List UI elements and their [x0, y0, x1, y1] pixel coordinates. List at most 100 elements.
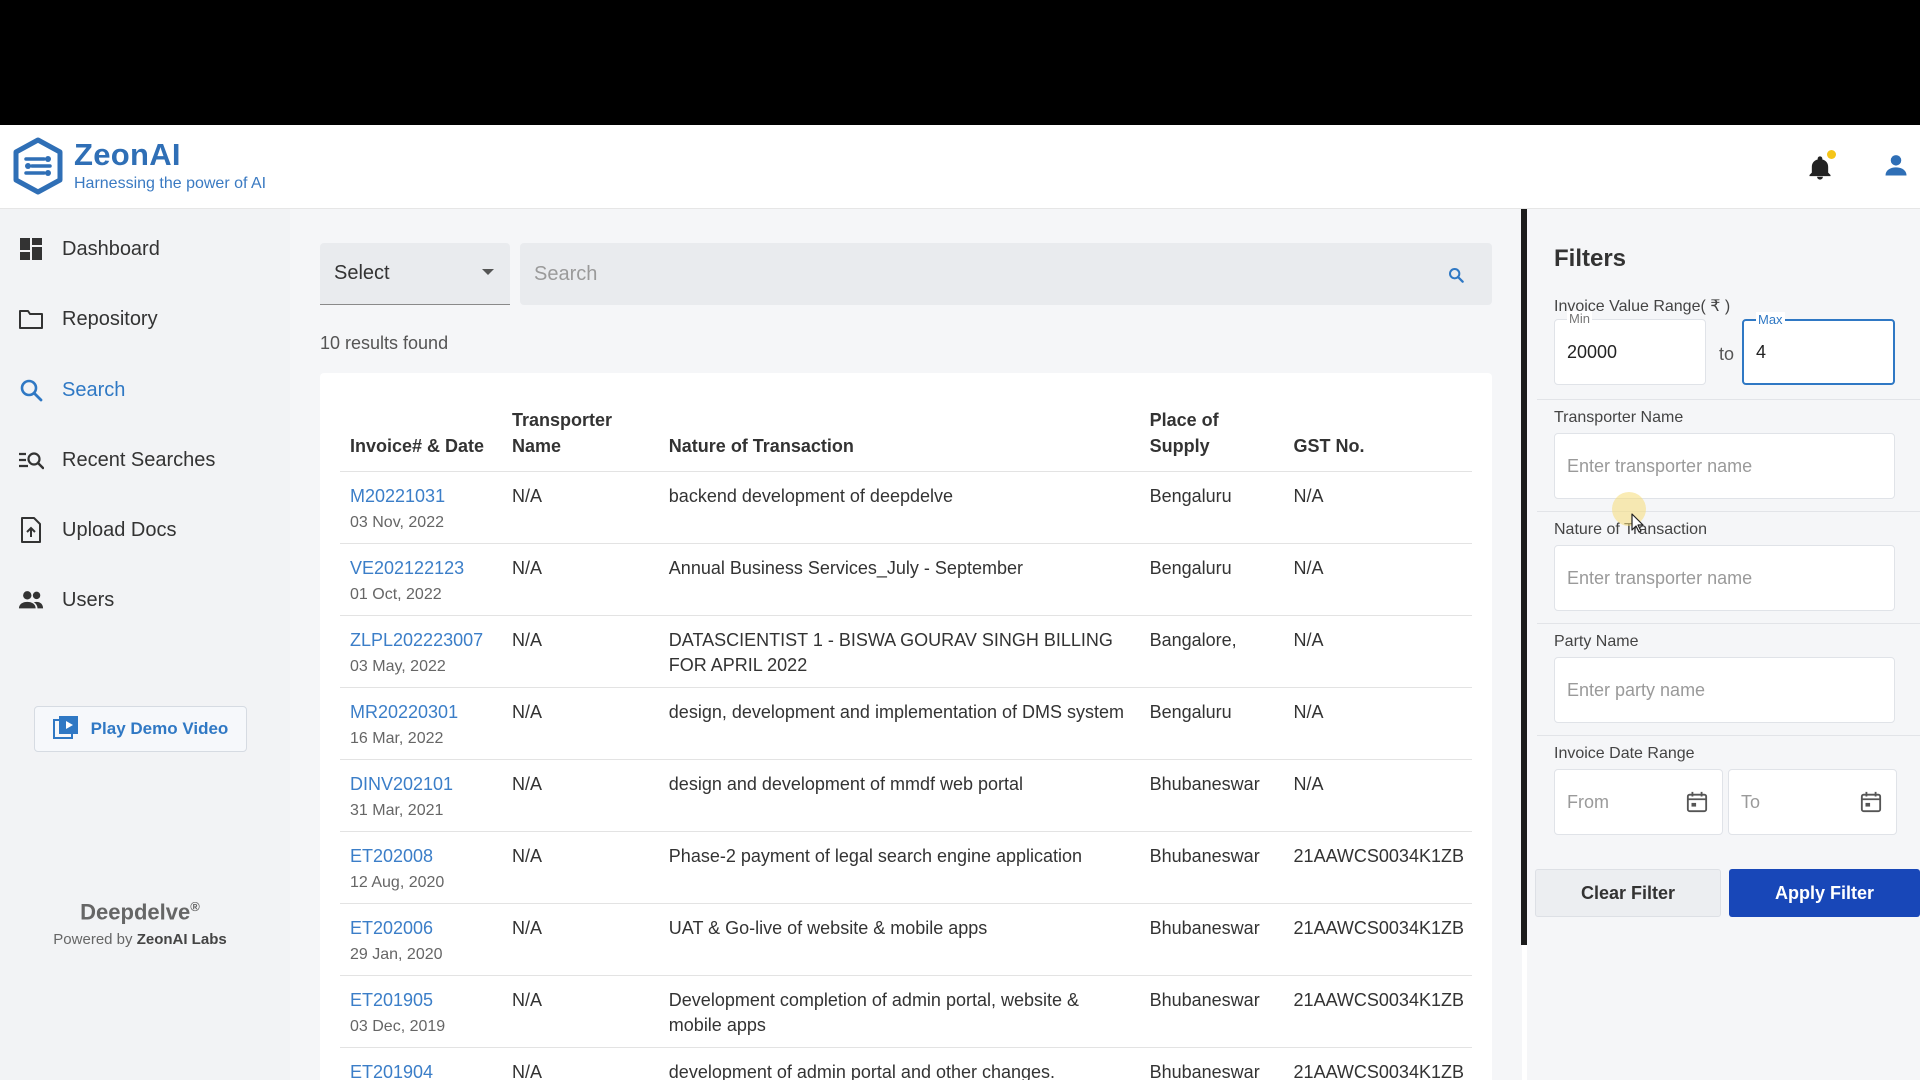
- table-row[interactable]: MR20220301 16 Mar, 2022 N/A design, develop…: [340, 687, 1472, 760]
- invoice-link[interactable]: ET202008: [350, 844, 494, 869]
- app-window: ZeonAI Harnessing the power of AI Dashbo…: [0, 125, 1920, 1080]
- column-header-transporter: Transporter Name: [501, 373, 659, 472]
- party-name-field: [1554, 657, 1895, 723]
- filter-divider: [1537, 399, 1920, 400]
- dashboard-icon: [18, 236, 44, 262]
- invoice-cell: ET202006 29 Jan, 2020: [340, 903, 502, 976]
- sidebar-item-label: Users: [62, 588, 115, 611]
- table-row[interactable]: VE202122123 01 Oct, 2022 N/A Annual Busines…: [340, 543, 1472, 616]
- notification-bell-icon[interactable]: [1806, 149, 1836, 182]
- invoice-link[interactable]: DINV202101: [350, 772, 494, 797]
- party-name-input[interactable]: [1567, 658, 1882, 722]
- sidebar-item-label: Dashboard: [62, 237, 160, 260]
- invoice-cell: ET201904: [340, 1047, 502, 1080]
- gst-cell: 21AAWCS0034K1ZB: [1283, 975, 1472, 1048]
- table-row[interactable]: ET201904 N/A development of admin portal a…: [340, 1047, 1472, 1080]
- sidebar-item-repository[interactable]: Repository: [0, 291, 290, 347]
- gst-cell: N/A: [1283, 615, 1472, 688]
- sidebar: Dashboard Repository Search Recent Searc…: [0, 209, 290, 1080]
- invoice-link[interactable]: ET202006: [350, 916, 494, 941]
- column-header-nature: Nature of Transaction: [658, 373, 1140, 472]
- place-cell: Bhubaneswar: [1139, 903, 1284, 976]
- calendar-icon[interactable]: [1860, 791, 1882, 818]
- filter-divider: [1537, 623, 1920, 624]
- nature-cell: Phase-2 payment of legal search engine a…: [658, 831, 1140, 904]
- nature-cell: backend development of deepdelve: [658, 471, 1140, 544]
- table-row[interactable]: ET202006 29 Jan, 2020 N/A UAT & Go-live of …: [340, 903, 1472, 976]
- powered-by-company: ZeonAI Labs: [136, 931, 227, 949]
- transporter-cell: N/A: [501, 615, 659, 688]
- zeonai-logo[interactable]: ZeonAI Harnessing the power of AI: [10, 137, 266, 195]
- zeonai-logo-icon: [13, 137, 63, 195]
- search-input[interactable]: [534, 262, 1414, 286]
- sidebar-item-search[interactable]: Search: [0, 362, 290, 418]
- sidebar-item-label: Repository: [62, 307, 158, 330]
- select-value: Select: [334, 262, 390, 284]
- table-row[interactable]: DINV202101 31 Mar, 2021 N/A design and deve…: [340, 759, 1472, 832]
- filter-divider: [1537, 511, 1920, 512]
- search-icon: [18, 377, 44, 403]
- clear-filter-button[interactable]: Clear Filter: [1535, 869, 1721, 917]
- invoice-cell: ET202008 12 Aug, 2020: [340, 831, 502, 904]
- search-type-select[interactable]: Select: [320, 243, 510, 305]
- invoice-date: 12 Aug, 2020: [350, 873, 445, 891]
- caret-down-icon: [482, 269, 494, 275]
- sidebar-item-users[interactable]: Users: [0, 572, 290, 628]
- calendar-icon[interactable]: [1686, 791, 1708, 818]
- mouse-cursor-icon: [1631, 513, 1645, 538]
- play-demo-video-label: Play Demo Video: [90, 719, 229, 738]
- table-row[interactable]: M20221031 03 Nov, 2022 N/A backend developm…: [340, 471, 1472, 544]
- nature-cell: Annual Business Services_July - Septembe…: [658, 543, 1140, 616]
- column-header-place: Place of Supply: [1139, 373, 1284, 472]
- nature-cell: development of admin portal and other ch…: [658, 1047, 1140, 1080]
- apply-filter-button[interactable]: Apply Filter: [1729, 869, 1920, 917]
- user-profile-icon[interactable]: [1882, 151, 1910, 184]
- transporter-cell: N/A: [501, 471, 659, 544]
- date-to-field: [1728, 769, 1897, 835]
- table-row[interactable]: ET202008 12 Aug, 2020 N/A Phase-2 payment o…: [340, 831, 1472, 904]
- gst-cell: 21AAWCS0034K1ZB: [1283, 903, 1472, 976]
- sidebar-item-recent-searches[interactable]: Recent Searches: [0, 432, 290, 488]
- invoice-date: 01 Oct, 2022: [350, 585, 442, 603]
- results-table-card: Invoice# & Date Transporter Name Nature o…: [320, 373, 1492, 1080]
- sidebar-item-label: Search: [62, 378, 126, 401]
- invoice-date: 16 Mar, 2022: [350, 729, 444, 747]
- invoice-link[interactable]: ZLPL202223007: [350, 628, 494, 653]
- invoice-link[interactable]: M20221031: [350, 484, 494, 509]
- invoice-link[interactable]: VE202122123: [350, 556, 494, 581]
- search-icon[interactable]: [1448, 267, 1464, 288]
- min-value-input[interactable]: [1567, 320, 1693, 384]
- place-cell: Bhubaneswar: [1139, 759, 1284, 832]
- nature-of-transaction-field: [1554, 545, 1895, 611]
- gst-cell: N/A: [1283, 471, 1472, 544]
- table-row[interactable]: ET201905 03 Dec, 2019 N/A Development compl…: [340, 975, 1472, 1048]
- top-header: ZeonAI Harnessing the power of AI: [0, 125, 1920, 209]
- play-demo-video-button[interactable]: Play Demo Video: [34, 706, 247, 752]
- transporter-name-input[interactable]: [1567, 434, 1882, 498]
- transporter-cell: N/A: [501, 831, 659, 904]
- transporter-cell: N/A: [501, 903, 659, 976]
- table-header-row: Invoice# & Date Transporter Name Nature o…: [340, 373, 1472, 472]
- invoice-link[interactable]: MR20220301: [350, 700, 494, 725]
- invoice-cell: MR20220301 16 Mar, 2022: [340, 687, 502, 760]
- gst-cell: N/A: [1283, 759, 1472, 832]
- filters-title: Filters: [1554, 245, 1627, 272]
- invoice-cell: ZLPL202223007 03 May, 2022: [340, 615, 502, 688]
- nature-of-transaction-input[interactable]: [1567, 546, 1882, 610]
- gst-cell: 21AAWCS0034K1ZB: [1283, 1047, 1472, 1080]
- registered-mark: ®: [190, 899, 200, 914]
- invoice-link[interactable]: ET201904: [350, 1060, 494, 1080]
- sidebar-item-dashboard[interactable]: Dashboard: [0, 221, 290, 277]
- place-cell: Bengaluru: [1139, 471, 1284, 544]
- nature-cell: UAT & Go-live of website & mobile apps: [658, 903, 1140, 976]
- invoice-date-range-label: Invoice Date Range: [1554, 745, 1695, 762]
- table-row[interactable]: ZLPL202223007 03 May, 2022 N/A DATASCIENTIS…: [340, 615, 1472, 688]
- invoice-link[interactable]: ET201905: [350, 988, 494, 1013]
- invoice-date: 03 Dec, 2019: [350, 1017, 446, 1035]
- sidebar-item-upload-docs[interactable]: Upload Docs: [0, 502, 290, 558]
- invoice-date: 03 Nov, 2022: [350, 513, 444, 531]
- place-cell: Bhubaneswar: [1139, 975, 1284, 1048]
- max-value-input[interactable]: [1756, 321, 1881, 383]
- filters-panel: Filters Invoice Value Range( ₹ ) Min to …: [1527, 209, 1920, 1080]
- column-header-invoice: Invoice# & Date: [340, 373, 502, 472]
